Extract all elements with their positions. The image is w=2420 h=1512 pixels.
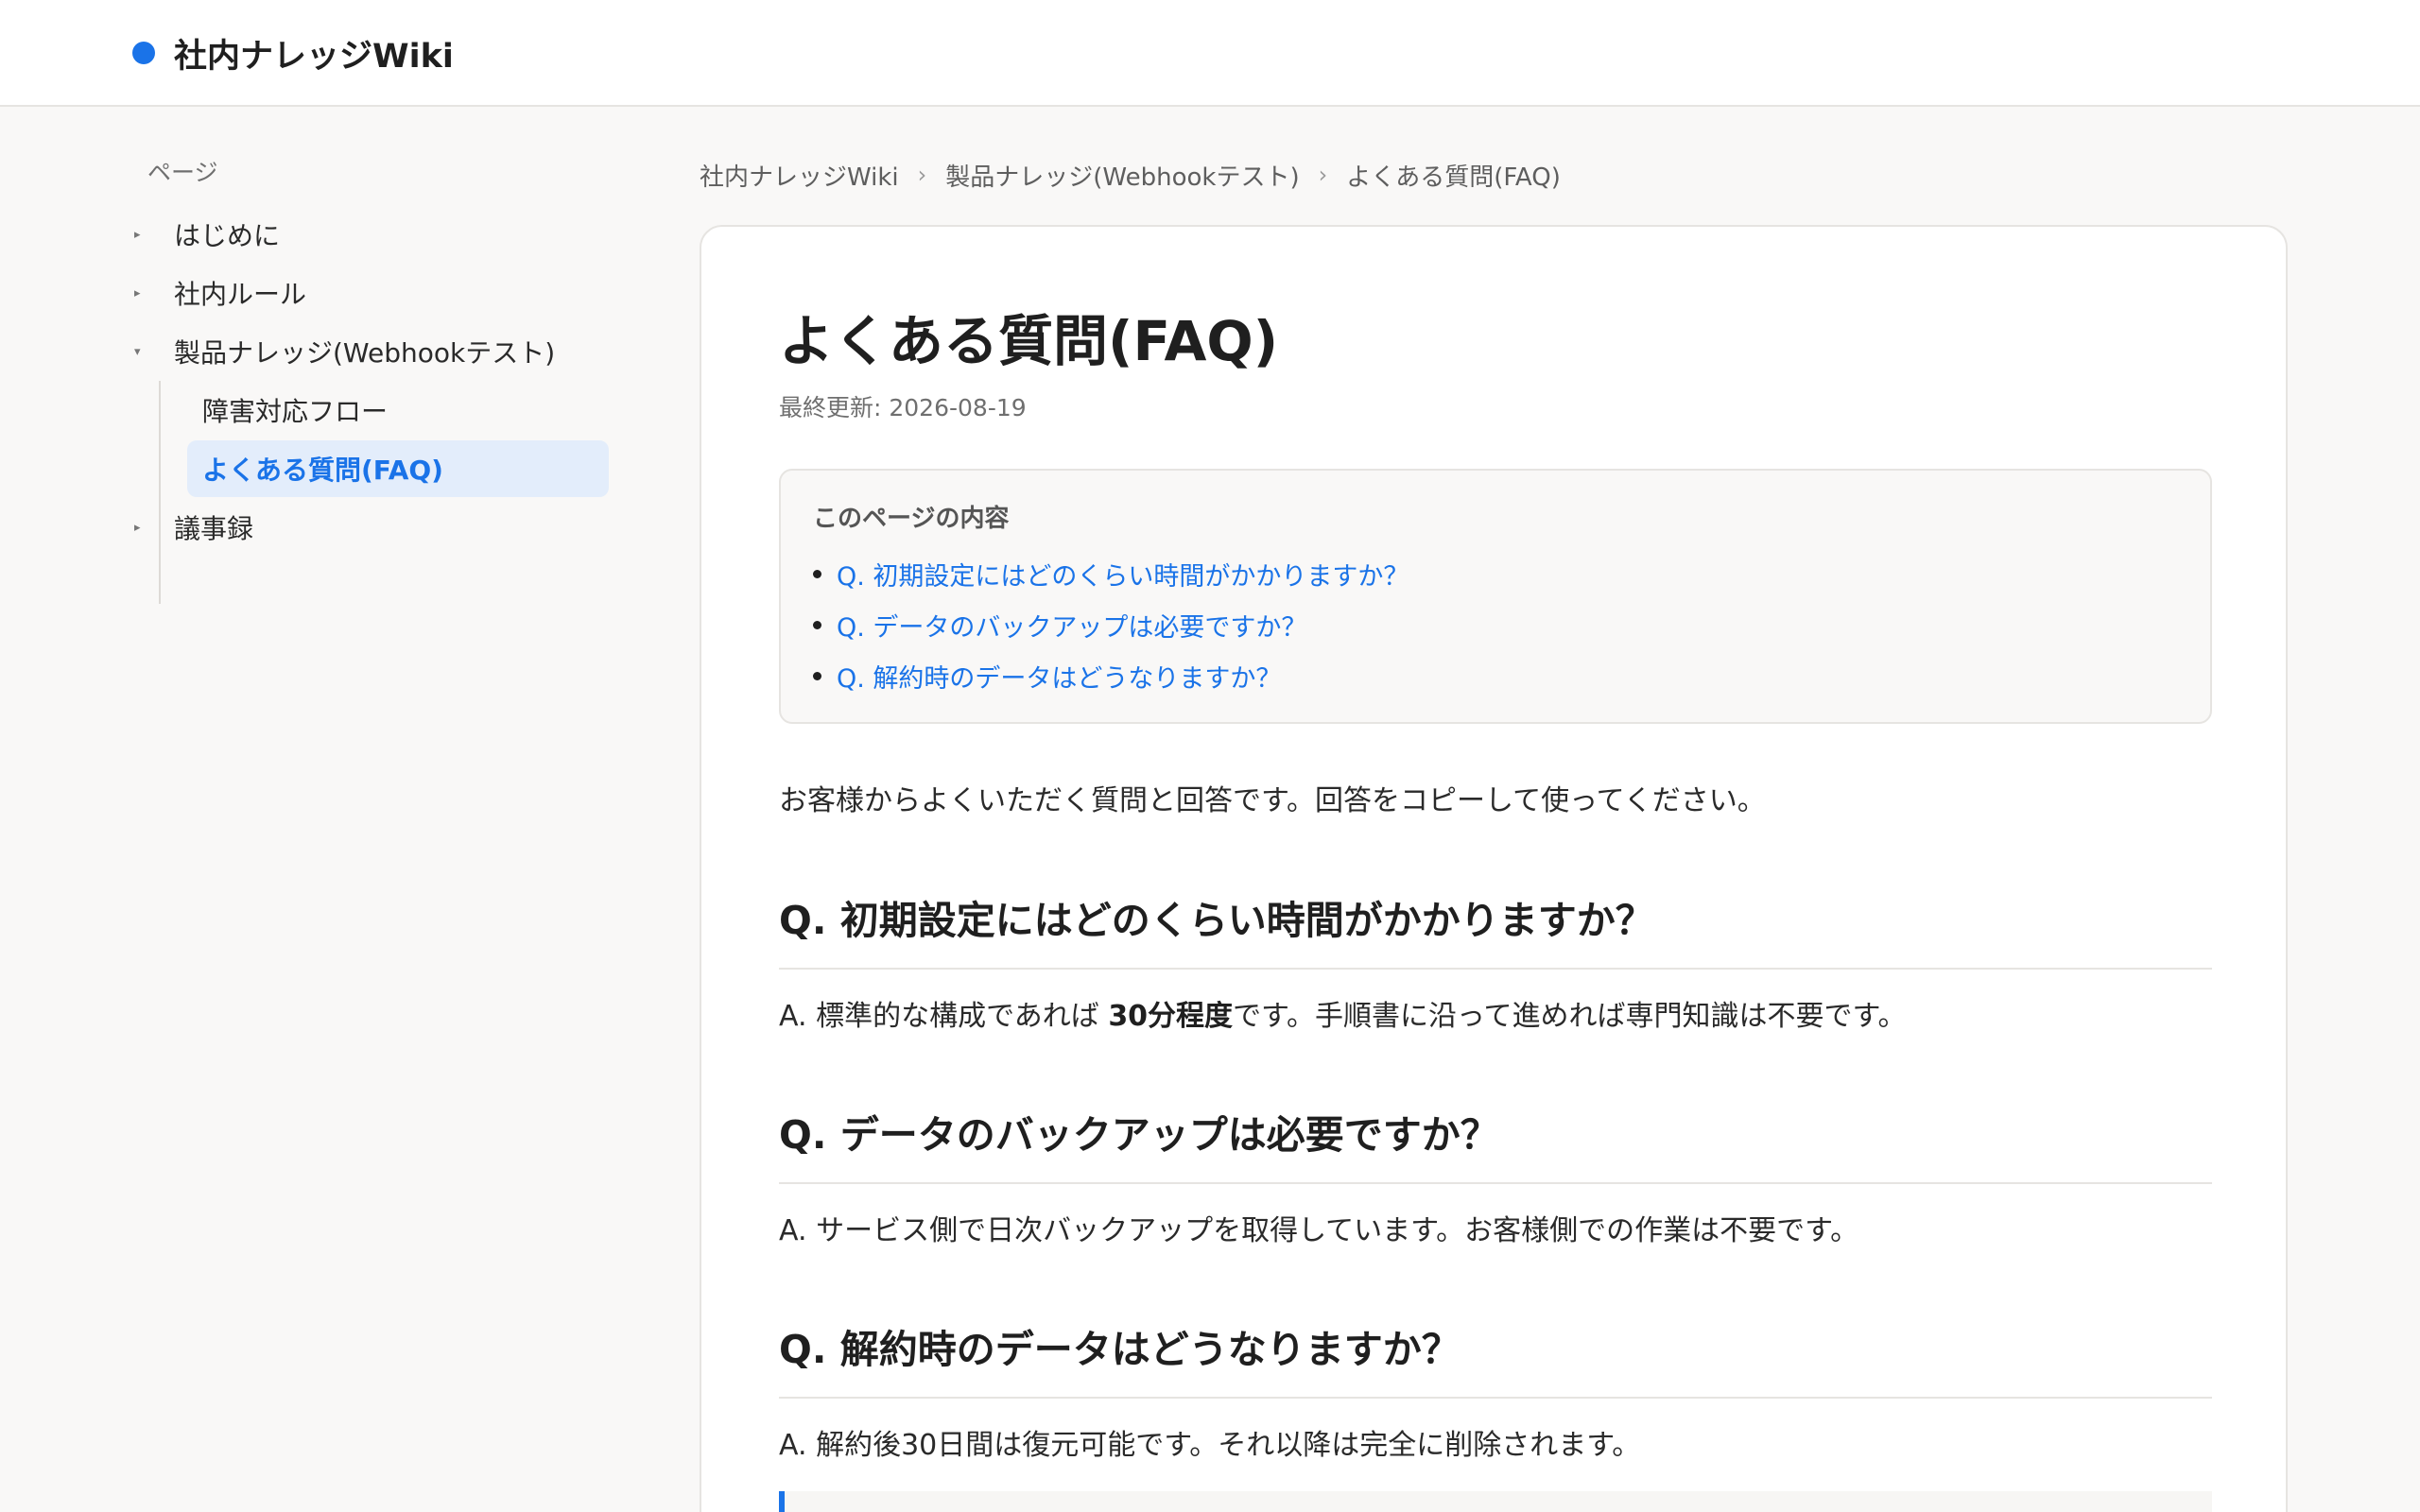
- article-card: よくある質問(FAQ) 最終更新: 2026-08-19 このページの内容 Q.…: [700, 225, 2288, 1512]
- top-header: 社内ナレッジWiki: [0, 0, 2420, 107]
- sidebar-item-introduction[interactable]: ▸ はじめに: [132, 206, 609, 263]
- breadcrumb-product-knowledge[interactable]: 製品ナレッジ(Webhookテスト): [945, 158, 1299, 193]
- intro-text: お客様からよくいただく質問と回答です。回答をコピーして使ってください。: [779, 784, 1766, 817]
- bullet-icon: [813, 671, 821, 680]
- sidebar-item-label: はじめに: [174, 220, 281, 251]
- sidebar-item-incident-flow[interactable]: 障害対応フロー: [187, 382, 609, 438]
- toc-link-setup-time[interactable]: Q. 初期設定にはどのくらい時間がかかりますか？: [837, 556, 1409, 593]
- caret-right-icon[interactable]: ▸: [132, 228, 174, 242]
- toc-item: Q. データのバックアップは必要ですか？: [813, 599, 1409, 650]
- faq-answer: A. 解約後30日間は復元可能です。それ以降は完全に削除されます。: [779, 1429, 1641, 1462]
- toc-title: このページの内容: [813, 505, 1010, 533]
- callout-block: [779, 1491, 2212, 1512]
- toc-list: Q. 初期設定にはどのくらい時間がかかりますか？ Q. データのバックアップは必…: [813, 548, 1409, 701]
- tree-guide-line: [159, 381, 161, 604]
- sidebar-heading: ページ: [147, 159, 218, 186]
- caret-right-icon[interactable]: ▸: [132, 286, 174, 301]
- answer-text: A. 標準的な構成であれば: [779, 1000, 1109, 1033]
- bullet-icon: [813, 620, 821, 629]
- answer-text: です。手順書に沿って進めれば専門知識は不要です。: [1233, 1000, 1907, 1033]
- toc-link-backup[interactable]: Q. データのバックアップは必要ですか？: [837, 607, 1306, 644]
- sidebar-item-minutes[interactable]: ▸ 議事録: [132, 499, 609, 556]
- sidebar-item-company-rules[interactable]: ▸ 社内ルール: [132, 265, 609, 321]
- faq-question: Q. 初期設定にはどのくらい時間がかかりますか？: [779, 888, 2212, 970]
- sidebar-item-faq[interactable]: よくある質問(FAQ): [187, 440, 609, 497]
- site-brand[interactable]: 社内ナレッジWiki: [132, 28, 454, 77]
- sidebar: ページ ▸ はじめに ▸ 社内ルール ▾ 製品ナレッジ(Webhookテスト) …: [0, 107, 662, 1512]
- breadcrumb-current: よくある質問(FAQ): [1346, 163, 1561, 192]
- breadcrumb-home[interactable]: 社内ナレッジWiki: [700, 158, 899, 193]
- bullet-icon: [813, 569, 821, 578]
- breadcrumb-separator-icon: ›: [1318, 162, 1328, 188]
- faq-question: Q. 解約時のデータはどうなりますか？: [779, 1317, 2212, 1399]
- sidebar-item-label: よくある質問(FAQ): [202, 455, 443, 486]
- breadcrumb-separator-icon: ›: [917, 162, 927, 188]
- faq-answer: A. サービス側で日次バックアップを取得しています。お客様側での作業は不要です。: [779, 1214, 1859, 1247]
- toc-link-cancellation[interactable]: Q. 解約時のデータはどうなりますか？: [837, 658, 1281, 695]
- faq-answer: A. 標準的な構成であれば 30分程度です。手順書に沿って進めれば専門知識は不要…: [779, 992, 1907, 1034]
- last-updated: 最終更新: 2026-08-19: [779, 394, 1027, 421]
- toc-item: Q. 初期設定にはどのくらい時間がかかりますか？: [813, 548, 1409, 599]
- sidebar-item-label: 製品ナレッジ(Webhookテスト): [174, 337, 556, 369]
- site-title[interactable]: 社内ナレッジWiki: [174, 29, 454, 77]
- brand-dot-icon: [132, 42, 155, 64]
- page-title: よくある質問(FAQ): [779, 309, 1279, 373]
- caret-right-icon[interactable]: ▸: [132, 521, 174, 535]
- sidebar-item-label: 議事録: [174, 513, 254, 544]
- answer-emphasis: 30分程度: [1108, 1000, 1234, 1033]
- sidebar-item-product-knowledge[interactable]: ▾ 製品ナレッジ(Webhookテスト): [132, 323, 609, 380]
- breadcrumb: 社内ナレッジWiki › 製品ナレッジ(Webhookテスト) › よくある質問…: [700, 151, 1561, 198]
- table-of-contents: このページの内容 Q. 初期設定にはどのくらい時間がかかりますか？ Q. データ…: [779, 469, 2212, 724]
- sidebar-item-label: 社内ルール: [174, 279, 307, 310]
- sidebar-item-label: 障害対応フロー: [202, 396, 389, 427]
- toc-item: Q. 解約時のデータはどうなりますか？: [813, 650, 1409, 701]
- faq-question: Q. データのバックアップは必要ですか？: [779, 1103, 2212, 1184]
- caret-down-icon[interactable]: ▾: [132, 345, 174, 359]
